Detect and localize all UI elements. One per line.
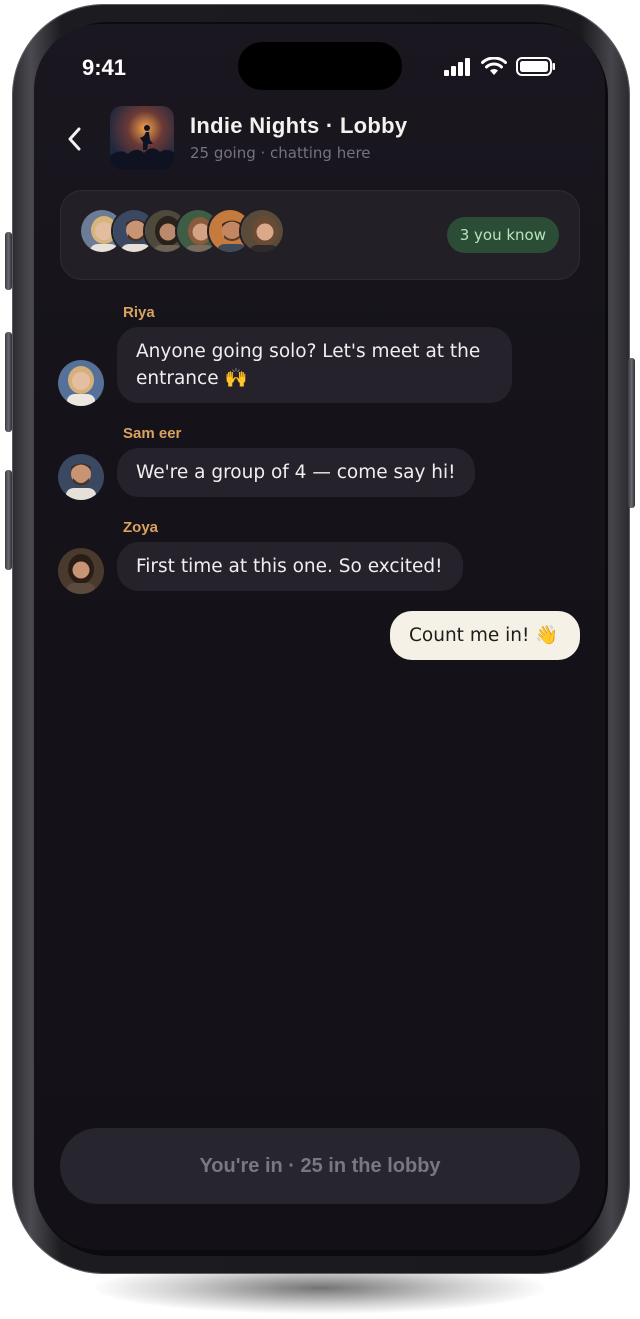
avatar (239, 208, 285, 254)
app-screen: 9:41 Indie Nights · Lobby 25 going · cha… (34, 24, 605, 1250)
back-button[interactable] (62, 124, 90, 154)
message-sender: Zoya (123, 519, 159, 536)
my-message-bubble: Count me in! 👋 (390, 611, 580, 660)
lobby-status-button[interactable]: You're in · 25 in the lobby (60, 1128, 580, 1204)
message-text: First time at this one. So excited! (136, 556, 443, 577)
battery-icon (516, 57, 555, 76)
message-sender: Riya (123, 304, 155, 321)
cellular-signal-icon (444, 57, 470, 76)
message-text: We're a group of 4 — come say hi! (136, 462, 456, 483)
event-thumbnail (110, 106, 174, 170)
volume-up-button (5, 332, 12, 432)
message-sender: Sam eer (123, 425, 182, 442)
power-button (628, 358, 635, 508)
message-text: Anyone going solo? Let's meet at the (136, 341, 481, 362)
status-icons (444, 57, 556, 76)
volume-down-button (5, 470, 12, 570)
attendees-card[interactable]: 3 you know (60, 190, 580, 280)
avatar[interactable] (58, 454, 104, 500)
message-bubble: Anyone going solo? Let's meet at the ent… (117, 327, 512, 403)
message-text: Count me in! 👋 (409, 625, 559, 646)
message-text: entrance 🙌 (136, 368, 248, 389)
avatar[interactable] (58, 360, 104, 406)
wifi-icon (481, 57, 507, 75)
action-button (5, 232, 12, 290)
avatar[interactable] (58, 548, 104, 594)
friends-known-badge[interactable]: 3 you know (446, 217, 559, 253)
chevron-left-icon (68, 127, 81, 151)
message-bubble: We're a group of 4 — come say hi! (117, 448, 475, 497)
message-bubble: First time at this one. So excited! (117, 542, 463, 591)
status-time: 9:41 (82, 55, 127, 80)
dynamic-island (238, 42, 402, 90)
page-title: Indie Nights · Lobby (190, 113, 408, 138)
page-subtitle: 25 going · chatting here (190, 144, 371, 162)
